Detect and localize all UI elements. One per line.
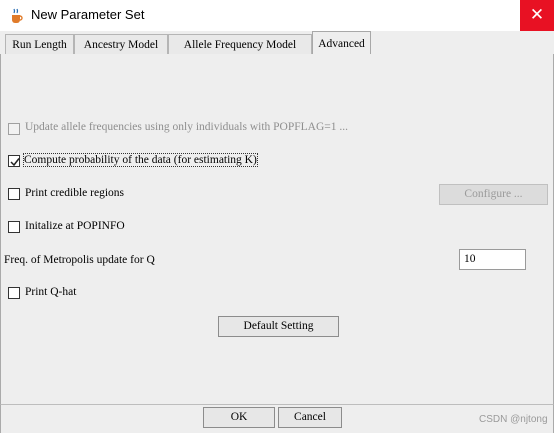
tab-allele-frequency-model[interactable]: Allele Frequency Model	[168, 34, 312, 54]
window-title: New Parameter Set	[31, 7, 145, 22]
update-allele-checkbox[interactable]	[8, 123, 20, 135]
tab-advanced[interactable]: Advanced	[312, 31, 371, 55]
dialog-footer	[0, 404, 554, 433]
update-allele-label: Update allele frequencies using only ind…	[25, 121, 349, 133]
checkmark-icon	[10, 158, 20, 167]
credible-regions-checkbox[interactable]	[8, 188, 20, 200]
java-cup-icon	[9, 8, 25, 24]
print-qhat-checkbox[interactable]	[8, 287, 20, 299]
metropolis-frequency-label: Freq. of Metropolis update for Q	[4, 254, 155, 266]
initialize-popinfo-checkbox[interactable]	[8, 221, 20, 233]
compute-probability-checkbox[interactable]	[8, 155, 20, 167]
metropolis-frequency-input[interactable]: 10	[459, 249, 526, 270]
tab-ancestry-model[interactable]: Ancestry Model	[74, 34, 168, 54]
credible-regions-label: Print credible regions	[25, 187, 125, 199]
cancel-button[interactable]: Cancel	[278, 407, 342, 428]
print-qhat-label: Print Q-hat	[25, 286, 77, 298]
initialize-popinfo-label: Initalize at POPINFO	[25, 220, 125, 232]
default-setting-button[interactable]: Default Setting	[218, 316, 339, 337]
compute-probability-label: Compute probability of the data (for est…	[23, 153, 258, 167]
close-button[interactable]: ✕	[520, 0, 554, 31]
ok-button[interactable]: OK	[203, 407, 275, 428]
tab-run-length[interactable]: Run Length	[5, 34, 74, 54]
configure-button[interactable]: Configure ...	[439, 184, 548, 205]
watermark: CSDN @njtong	[479, 414, 548, 425]
close-icon: ✕	[529, 5, 545, 25]
